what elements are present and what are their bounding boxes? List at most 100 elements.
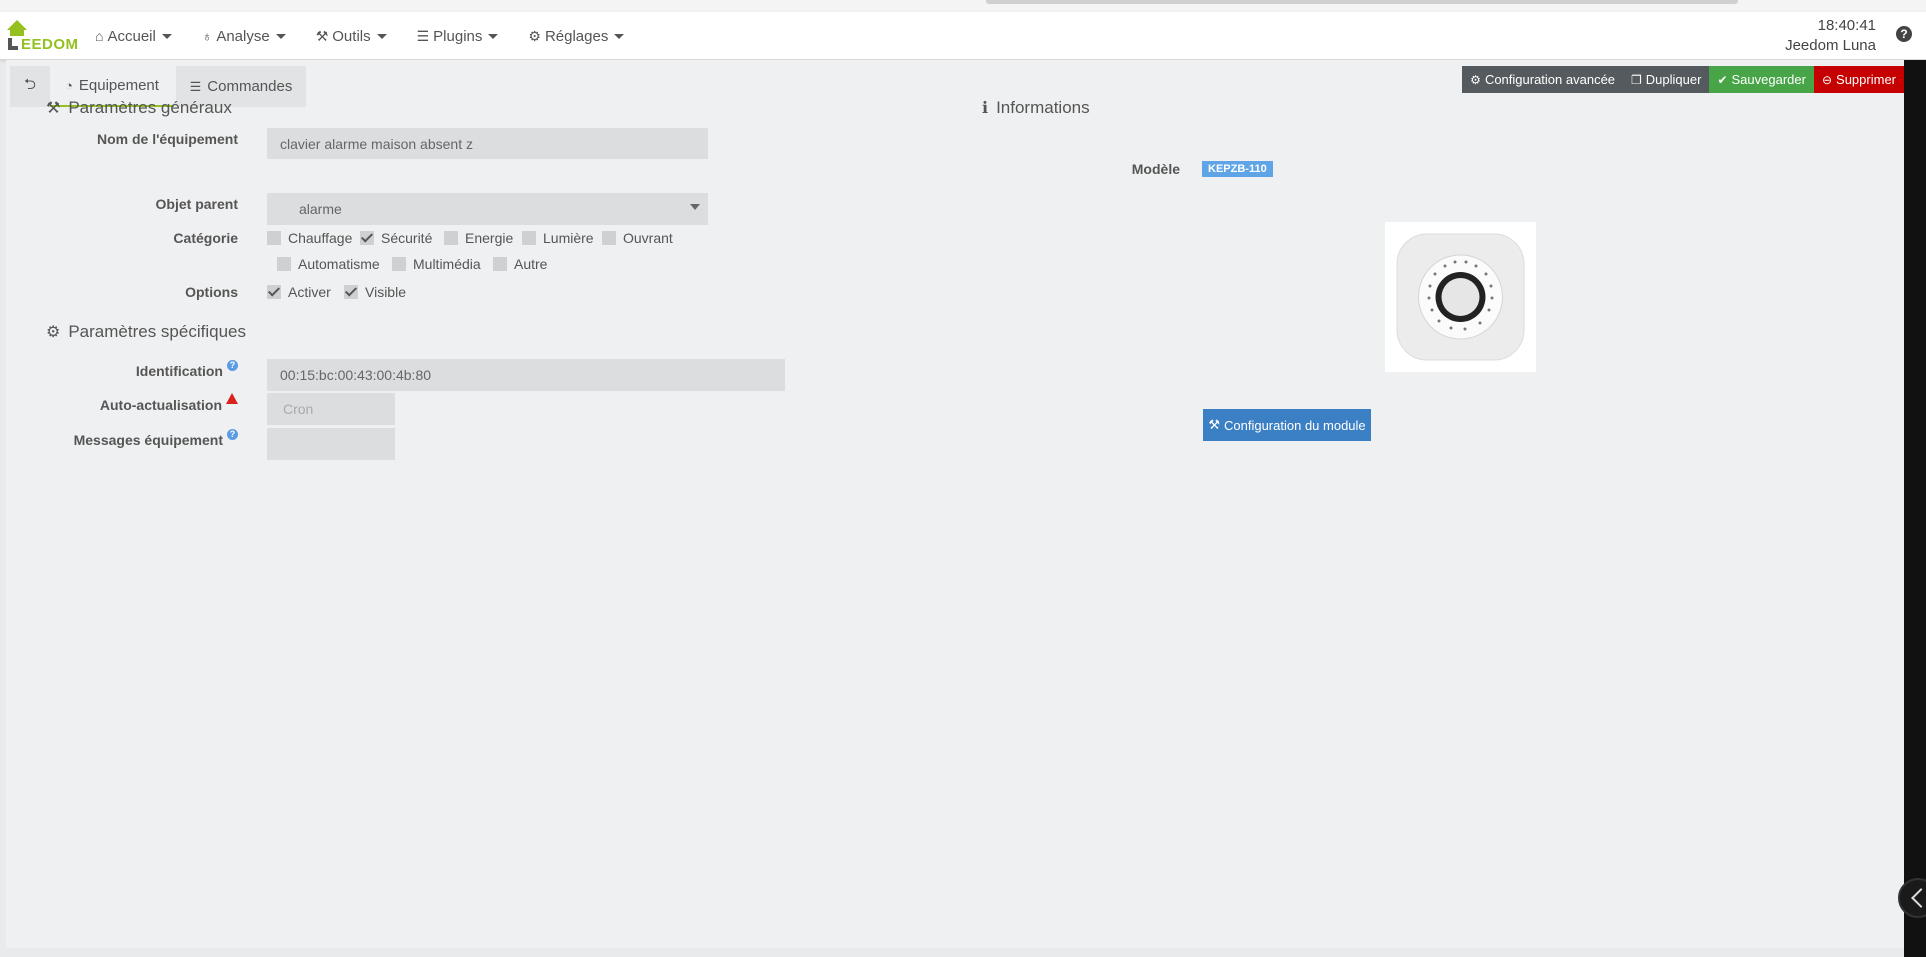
- help-icon[interactable]: ?: [1896, 26, 1912, 42]
- gear-icon: ⚙: [528, 27, 541, 44]
- autorefresh-label-row: Auto-actualisation: [26, 393, 238, 413]
- wrench-icon: ⚒: [46, 100, 61, 117]
- copy-icon: ❐: [1631, 72, 1642, 87]
- menu-reglages[interactable]: ⚙ Réglages: [528, 27, 625, 45]
- logo-text: EEDOM: [21, 36, 79, 53]
- category-chauffage-checkbox[interactable]: Chauffage: [267, 230, 352, 246]
- autorefresh-label: Auto-actualisation: [99, 397, 222, 413]
- messages-label-row: Messages équipement?: [26, 429, 238, 448]
- category-securite-checkbox[interactable]: Sécurité: [360, 230, 432, 246]
- equipment-name-input[interactable]: clavier alarme maison absent z: [267, 128, 708, 159]
- checkbox-box-checked: [360, 231, 374, 245]
- category-energie-checkbox[interactable]: Energie: [444, 230, 513, 246]
- list-icon: ☰: [189, 78, 202, 94]
- top-navbar: EEDOM ⌂ Accueil ♁ Analyse ⚒ Outils ☰ Plu…: [0, 12, 1926, 60]
- messages-label: Messages équipement: [73, 432, 223, 448]
- general-params-title: ⚒ Paramètres généraux: [46, 98, 232, 118]
- advanced-config-button[interactable]: ⚙ Configuration avancée: [1462, 66, 1624, 93]
- checkbox-box-checked: [267, 285, 281, 299]
- options-label: Options: [185, 284, 238, 300]
- category-multimedia-checkbox[interactable]: Multimédia: [392, 256, 481, 272]
- jeedom-logo[interactable]: EEDOM: [6, 16, 78, 56]
- wrench-icon: ⚒: [315, 27, 329, 44]
- back-arrow-icon: ⮌: [23, 76, 36, 93]
- question-circle-icon[interactable]: ?: [227, 429, 238, 440]
- checkbox-box: [493, 257, 507, 271]
- model-label: Modèle: [1131, 161, 1180, 177]
- top-scroll-indicator: [986, 0, 1738, 4]
- model-badge: KEPZB-110: [1202, 161, 1273, 177]
- keypad-device-picture: [1396, 233, 1525, 361]
- back-tab[interactable]: ⮌: [10, 66, 50, 107]
- category-label: Catégorie: [173, 230, 238, 246]
- specific-params-title: ⚙ Paramètres spécifiques: [46, 322, 246, 342]
- delete-button[interactable]: ⊖ Supprimer: [1813, 66, 1904, 93]
- option-visible-label: Visible: [365, 284, 406, 300]
- messages-input[interactable]: [267, 428, 395, 460]
- option-activer-checkbox[interactable]: Activer: [267, 284, 331, 300]
- tab-equipement-label: Equipement: [78, 77, 159, 94]
- menu-plugins-label: Plugins: [433, 27, 483, 45]
- module-config-button[interactable]: ⚒ Configuration du module: [1203, 409, 1371, 441]
- checkbox-box: [602, 231, 616, 245]
- browser-top-strip: [0, 0, 1926, 12]
- warning-icon[interactable]: [226, 393, 238, 404]
- duplicate-button[interactable]: ❐ Dupliquer: [1623, 66, 1710, 93]
- stethoscope-icon: ♁: [201, 28, 213, 44]
- informations-title-text: Informations: [996, 98, 1090, 117]
- menu-analyse-label: Analyse: [216, 27, 270, 45]
- menu-accueil-label: Accueil: [107, 27, 156, 45]
- device-image: [1385, 222, 1536, 372]
- user-name[interactable]: Jeedom Luna: [1785, 36, 1876, 56]
- category-energie-label: Energie: [465, 230, 514, 246]
- app-window: EEDOM ⌂ Accueil ♁ Analyse ⚒ Outils ☰ Plu…: [0, 0, 1926, 957]
- tab-commandes-label: Commandes: [207, 78, 293, 95]
- equipment-panel: ⮌ ◔ Equipement ☰ Commandes ⚙ Configurati…: [6, 60, 1904, 948]
- chevron-down-icon: [488, 33, 499, 39]
- category-lumiere-checkbox[interactable]: Lumière: [522, 230, 594, 246]
- wrench-icon: ⚒: [1208, 417, 1220, 432]
- dashboard-icon: ◔: [65, 78, 73, 93]
- category-automatisme-checkbox[interactable]: Automatisme: [277, 256, 380, 272]
- checkbox-box: [267, 231, 281, 245]
- category-ouvrant-label: Ouvrant: [623, 230, 673, 246]
- identification-input[interactable]: 00:15:bc:00:43:00:4b:80: [267, 359, 785, 391]
- autorefresh-cron-input[interactable]: Cron: [267, 393, 395, 425]
- category-autre-checkbox[interactable]: Autre: [493, 256, 547, 272]
- option-visible-checkbox[interactable]: Visible: [344, 284, 406, 300]
- question-circle-icon[interactable]: ?: [227, 360, 238, 371]
- category-ouvrant-checkbox[interactable]: Ouvrant: [602, 230, 673, 246]
- menu-analyse[interactable]: ♁ Analyse: [202, 28, 286, 45]
- checkbox-box: [277, 257, 291, 271]
- gears-icon: ⚙: [1470, 72, 1481, 87]
- identification-label-row: Identification?: [26, 360, 238, 379]
- save-label: Sauvegarder: [1731, 72, 1806, 87]
- check-circle-icon: ✔: [1717, 72, 1728, 87]
- main-menu: ⌂ Accueil ♁ Analyse ⚒ Outils ☰ Plugins ⚙: [95, 12, 654, 60]
- info-icon: ℹ: [982, 100, 989, 117]
- tasks-icon: ☰: [416, 27, 430, 44]
- save-button[interactable]: ✔ Sauvegarder: [1709, 66, 1814, 93]
- chevron-down-icon: [275, 33, 286, 39]
- menu-plugins[interactable]: ☰ Plugins: [417, 28, 499, 45]
- duplicate-label: Dupliquer: [1645, 72, 1702, 87]
- menu-outils[interactable]: ⚒ Outils: [316, 28, 387, 45]
- clock-user-block: 18:40:41 Jeedom Luna: [1785, 16, 1876, 56]
- checkbox-box: [444, 231, 458, 245]
- identification-label: Identification: [135, 363, 223, 379]
- chevron-down-icon: [376, 33, 387, 39]
- name-label: Nom de l'équipement: [96, 131, 238, 147]
- module-config-label: Configuration du module: [1224, 417, 1366, 433]
- action-buttons: ⚙ Configuration avancée ❐ Dupliquer ✔ Sa…: [1462, 66, 1904, 93]
- parent-object-select[interactable]: alarme: [267, 193, 708, 225]
- checkbox-box: [522, 231, 536, 245]
- category-securite-label: Sécurité: [381, 230, 433, 246]
- advanced-config-label: Configuration avancée: [1484, 72, 1616, 87]
- right-edge-panel: [1904, 60, 1926, 957]
- category-autre-label: Autre: [514, 256, 548, 272]
- delete-label: Supprimer: [1836, 72, 1896, 87]
- cogs-icon: ⚙: [46, 324, 61, 341]
- menu-accueil[interactable]: ⌂ Accueil: [95, 28, 172, 45]
- menu-outils-label: Outils: [332, 27, 371, 45]
- checkbox-box-checked: [344, 285, 358, 299]
